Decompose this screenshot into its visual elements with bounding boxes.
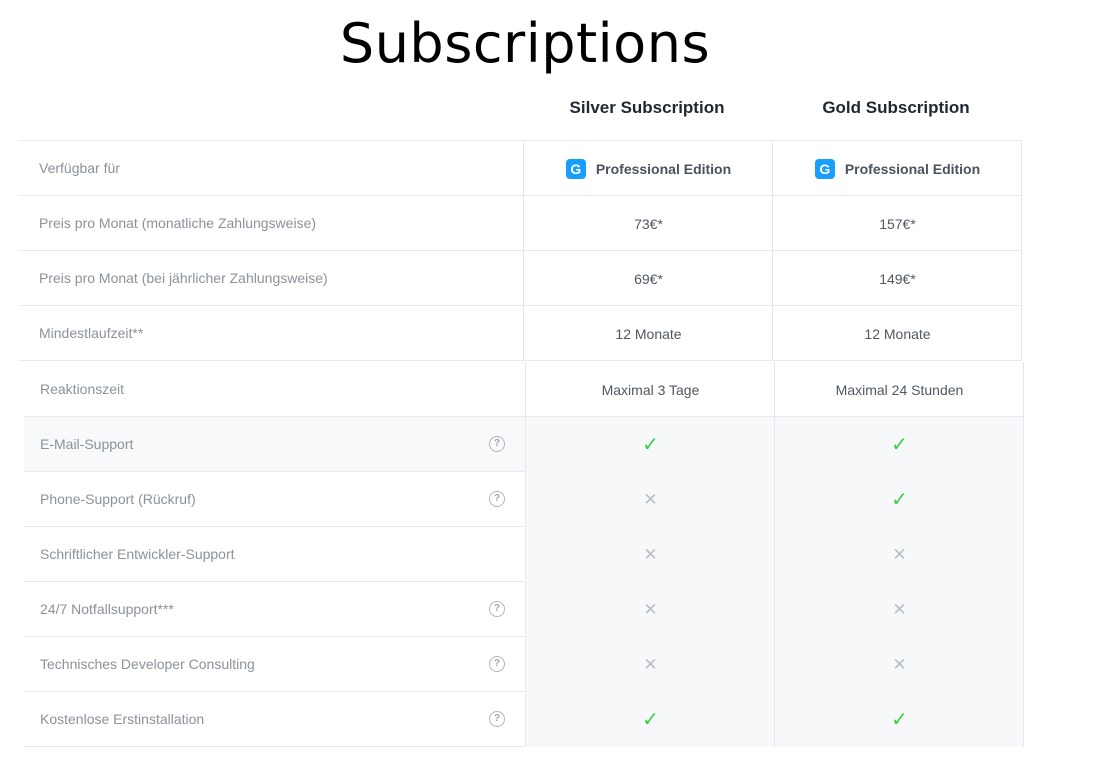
plan-header-silver: Silver Subscription	[569, 98, 725, 117]
cross-icon: ✕	[643, 599, 658, 619]
check-icon: ✓	[642, 434, 659, 456]
row-right-border	[1023, 527, 1024, 582]
help-icon[interactable]: ?	[489, 491, 505, 507]
row-label: Preis pro Monat (bei jährlicher Zahlungs…	[39, 270, 328, 286]
plan-cell-gold: ✓	[774, 417, 1024, 472]
cell-value: Maximal 24 Stunden	[835, 381, 964, 398]
row-right-border	[1023, 362, 1024, 417]
row-right-border	[1023, 582, 1024, 637]
check-icon: ✓	[891, 434, 908, 456]
plan-cell-gold: 157€*	[772, 196, 1022, 251]
row-label: Preis pro Monat (monatliche Zahlungsweis…	[39, 215, 317, 231]
table-row: Reaktionszeit Maximal 3 Tage Maximal 24 St…	[24, 362, 1024, 417]
cell-value: 73€*	[634, 215, 663, 232]
row-label: Mindestlaufzeit**	[39, 325, 144, 341]
help-icon[interactable]: ?	[489, 711, 505, 727]
row-label: Technisches Developer Consulting	[40, 656, 255, 672]
plan-cell-silver: G Professional Edition	[523, 141, 773, 196]
plan-cell-silver: Maximal 3 Tage	[525, 362, 775, 417]
help-icon[interactable]: ?	[489, 656, 505, 672]
page-title: Subscriptions	[339, 12, 711, 75]
cell-value: 157€*	[879, 215, 916, 232]
row-label: Verfügbar für	[39, 160, 120, 176]
cross-icon: ✕	[892, 599, 907, 619]
cell-value: 12 Monate	[864, 325, 931, 342]
check-icon: ✓	[642, 709, 659, 731]
cell-value: Maximal 3 Tage	[601, 381, 700, 398]
row-right-border	[1021, 196, 1022, 251]
row-right-border	[1023, 472, 1024, 527]
table-row: Preis pro Monat (bei jährlicher Zahlungs…	[18, 251, 1022, 306]
plan-cell-silver: 69€*	[523, 251, 773, 306]
cross-icon: ✕	[643, 654, 658, 674]
plan-cell-gold: 149€*	[772, 251, 1022, 306]
cross-icon: ✕	[892, 654, 907, 674]
shopware-logo-icon: G	[814, 158, 835, 179]
table-row: Preis pro Monat (monatliche Zahlungsweis…	[18, 196, 1022, 251]
plan-cell-gold: 12 Monate	[772, 306, 1022, 361]
row-right-border	[1021, 141, 1022, 196]
table-row: 24/7 Notfallsupport*** ✕ ✕?	[24, 582, 1024, 637]
table-row: Phone-Support (Rückruf) ✕ ✓?	[24, 472, 1024, 527]
plan-cell-gold: ✓	[774, 472, 1024, 527]
row-label: 24/7 Notfallsupport***	[40, 601, 174, 617]
edition-name: Professional Edition	[595, 160, 732, 177]
plan-cell-silver: 73€*	[523, 196, 773, 251]
shopware-logo-icon: G	[565, 158, 586, 179]
plan-cell-silver: ✕	[525, 472, 775, 527]
cell-value: 12 Monate	[615, 325, 682, 342]
help-icon[interactable]: ?	[489, 436, 505, 452]
plan-cell-silver: ✓	[525, 692, 775, 747]
plan-cell-gold: Maximal 24 Stunden	[774, 362, 1024, 417]
plan-cell-silver: ✓	[525, 417, 775, 472]
row-label: E-Mail-Support	[40, 436, 134, 452]
table-row: Schriftlicher Entwickler-Support ✕ ✕	[24, 527, 1024, 582]
row-label: Phone-Support (Rückruf)	[40, 491, 196, 507]
help-icon[interactable]: ?	[489, 601, 505, 617]
row-right-border	[1023, 637, 1024, 692]
plan-cell-gold: G Professional Edition	[772, 141, 1022, 196]
check-icon: ✓	[891, 709, 908, 731]
row-right-border	[1021, 306, 1022, 361]
plan-cell-gold: ✕	[774, 582, 1024, 637]
plan-header-gold: Gold Subscription	[822, 98, 970, 117]
plan-cell-gold: ✕	[774, 527, 1024, 582]
plan-cell-silver: ✕	[525, 582, 775, 637]
plan-cell-gold: ✓	[774, 692, 1024, 747]
cross-icon: ✕	[643, 489, 658, 509]
plan-cell-silver: 12 Monate	[523, 306, 773, 361]
cell-value: 69€*	[634, 270, 663, 287]
row-label: Reaktionszeit	[40, 381, 125, 397]
row-right-border	[1021, 251, 1022, 306]
plan-cell-gold: ✕	[774, 637, 1024, 692]
row-label: Kostenlose Erstinstallation	[40, 711, 205, 727]
table-row: Mindestlaufzeit** 12 Monate 12 Monate	[18, 306, 1022, 361]
check-icon: ✓	[891, 489, 908, 511]
cross-icon: ✕	[643, 544, 658, 564]
row-right-border	[1023, 417, 1024, 472]
plan-cell-silver: ✕	[525, 527, 775, 582]
table-row: Kostenlose Erstinstallation ✓ ✓?	[24, 692, 1024, 747]
table-row: Verfügbar für G Professional Edition G Profe…	[18, 141, 1022, 196]
edition-name: Professional Edition	[844, 160, 981, 177]
cross-icon: ✕	[892, 544, 907, 564]
row-label: Schriftlicher Entwickler-Support	[40, 546, 235, 562]
table-row: E-Mail-Support ✓ ✓?	[24, 417, 1024, 472]
row-right-border	[1023, 692, 1024, 747]
table-row: Technisches Developer Consulting ✕ ✕?	[24, 637, 1024, 692]
plan-cell-silver: ✕	[525, 637, 775, 692]
cell-value: 149€*	[879, 270, 916, 287]
